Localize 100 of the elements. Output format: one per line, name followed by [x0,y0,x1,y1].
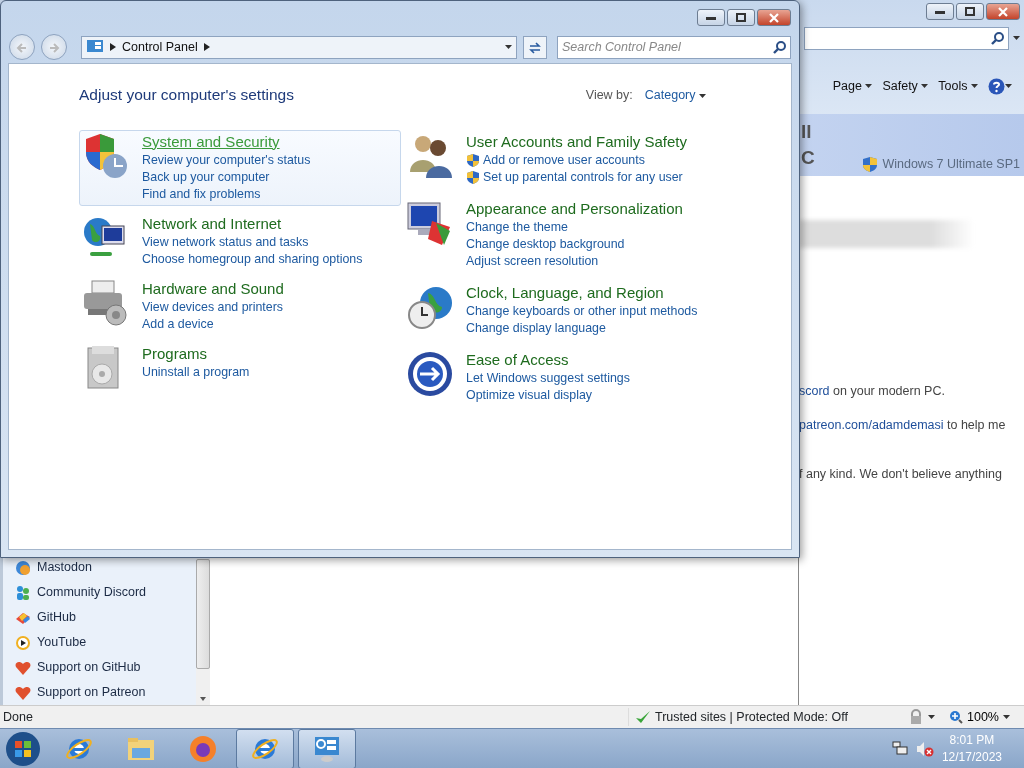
caret-icon [505,45,512,49]
task-link[interactable]: Back up your computer [142,168,270,186]
lock-icon [908,709,924,725]
sidebar-link[interactable]: Support on GitHub [15,655,196,680]
close-button[interactable] [986,3,1020,20]
scroll-thumb[interactable] [196,559,210,669]
close-button[interactable] [757,9,791,26]
checkmark-icon [635,709,651,725]
play-icon [15,634,31,651]
category-link[interactable]: Clock, Language, and Region [466,282,664,302]
edition-label: Windows 7 Ultimate SP1 [882,156,1020,174]
task-link[interactable]: Change keyboards or other input methods [466,302,698,320]
task-link[interactable]: Choose homegroup and sharing options [142,250,363,268]
caret-icon [971,84,978,89]
category-link[interactable]: Appearance and Personalization [466,198,683,218]
heart-icon [15,659,31,676]
task-link[interactable]: Change desktop background [466,235,625,253]
link[interactable]: patreon.com/adamdemasi [799,418,944,432]
sidebar-link[interactable]: YouTube [15,630,196,655]
caret-icon [921,84,929,89]
category-link[interactable]: User Accounts and Family Safety [466,131,687,151]
chevron-icon [203,43,210,51]
task-link[interactable]: Optimize visual display [466,386,593,404]
printer-icon[interactable] [82,278,130,327]
task-link[interactable]: Let Windows suggest settings [466,369,630,387]
search-icon [773,40,786,54]
back-arrow-icon [16,41,28,54]
minimize-button[interactable] [926,3,954,20]
task-link[interactable]: Add or remove user accounts [466,151,645,169]
sidebar-link[interactable]: GitHub [15,605,196,630]
maximize-icon [736,13,746,22]
clock-date: 12/17/2023 [941,748,1002,766]
maximize-icon [965,7,975,16]
firefox-icon [188,733,218,764]
heart-icon [15,684,31,701]
caret-icon [1003,715,1010,719]
caret-icon [699,93,706,98]
task-link[interactable]: Uninstall a program [142,363,250,381]
minimize-icon [935,9,945,14]
search-field[interactable]: Search Control Panel [557,35,791,59]
task-link[interactable]: Set up parental controls for any user [466,168,683,186]
menu-button[interactable]: Page [832,76,873,96]
network-icon[interactable] [891,740,908,757]
breadcrumb[interactable]: Control Panel [122,37,198,57]
category-link[interactable]: Network and Internet [142,213,282,233]
clock-time: 8:01 PM [948,731,996,749]
maximize-button[interactable] [727,9,755,26]
task-link[interactable]: Find and fix problems [142,185,261,203]
task-link[interactable]: Change the theme [466,218,568,236]
menu-button[interactable]: Tools [938,76,978,96]
help-button[interactable] [988,76,1012,96]
task-link[interactable]: Add a device [142,315,214,333]
banner-heading: C [801,146,815,166]
muted-speaker-icon[interactable] [915,740,934,757]
view-by-dropdown[interactable]: Category [644,86,706,105]
close-icon [769,12,779,23]
address-bar[interactable]: Control Panel [81,35,517,59]
caret-icon [1013,36,1020,40]
status-text: Done [2,708,34,726]
forward-arrow-icon [48,41,60,54]
minimize-icon [706,15,716,20]
link[interactable]: scord [799,384,830,398]
task-link[interactable]: Change display language [466,319,606,337]
task-link[interactable]: Review your computer's status [142,151,311,169]
scrollbar[interactable] [196,559,210,705]
page-heading: Adjust your computer's settings [79,86,294,105]
category-link[interactable]: Hardware and Sound [142,278,284,298]
task-link[interactable]: View network status and tasks [142,233,309,251]
security-zone: Trusted sites | Protected Mode: Off [655,708,848,726]
taskbar-button[interactable] [236,728,294,768]
refresh-button[interactable] [523,35,547,59]
people-icon [15,584,31,601]
category-link[interactable]: Ease of Access [466,349,569,369]
task-link[interactable]: View devices and printers [142,298,283,316]
zoom-button[interactable]: 100% [949,707,1024,727]
windows-logo-icon [5,730,41,767]
caret-icon [1005,84,1012,89]
control-panel-icon [86,39,104,55]
chevron-icon [110,43,116,51]
search-icon [991,31,1004,45]
view-by-label: View by: [585,87,633,104]
maximize-button[interactable] [956,3,984,20]
refresh-icon [528,40,542,55]
sidebar-link[interactable]: Community Discord [15,580,196,605]
task-link[interactable]: Adjust screen resolution [466,252,599,270]
category-link[interactable]: Programs [142,343,208,363]
windows-shield-icon [862,156,879,174]
zoom-icon [949,710,963,724]
paragraph: scord on your modern PC. [799,383,946,400]
sidebar-link[interactable]: Support on Patreon [15,680,196,705]
address-field[interactable] [804,26,1009,50]
banner-heading: ll [801,120,813,140]
menu-button[interactable]: Safety [882,76,929,96]
accessibility-icon[interactable] [406,349,454,398]
minimize-button[interactable] [697,9,725,26]
paragraph: patreon.com/adamdemasi to help me [799,417,1007,434]
close-icon [998,6,1008,17]
taskbar-button[interactable] [298,728,356,768]
category-link[interactable]: System and Security [142,131,280,151]
chat-icon [15,559,31,576]
